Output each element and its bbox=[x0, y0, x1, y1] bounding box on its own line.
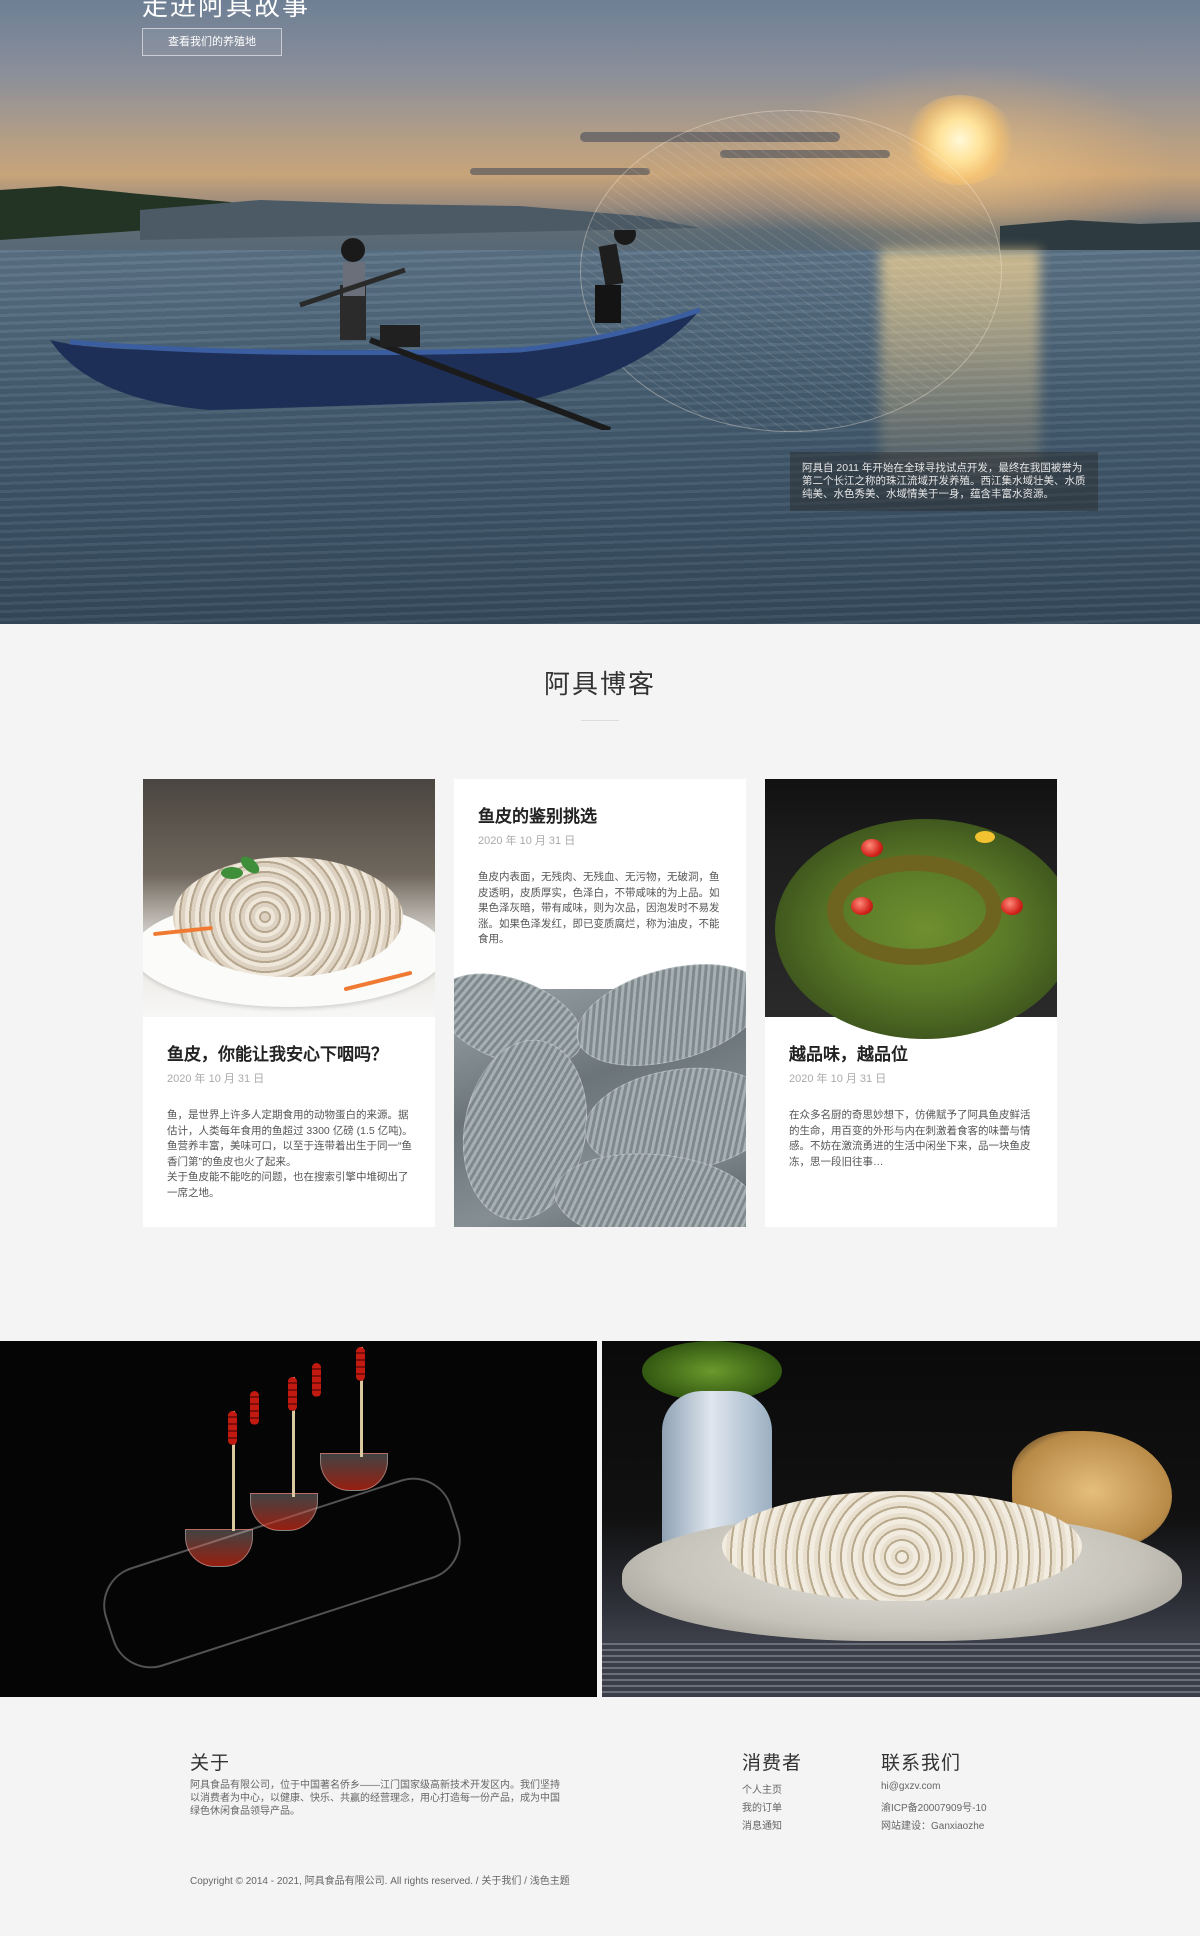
feature-image-appetizers bbox=[0, 1341, 597, 1697]
blog-card-title[interactable]: 鱼皮的鉴别挑选 bbox=[478, 802, 597, 827]
blog-card-title[interactable]: 鱼皮，你能让我安心下咽吗？ bbox=[167, 1040, 388, 1065]
footer-contact-email[interactable]: hi@gxzv.com bbox=[881, 1781, 940, 1792]
footer-link-profile[interactable]: 个人主页 bbox=[742, 1781, 782, 1796]
footer-link-notifications[interactable]: 消息通知 bbox=[742, 1817, 782, 1832]
blog-card[interactable]: 越品味，越品位 2020 年 10 月 31 日 在众多名厨的奇思妙想下，仿佛赋… bbox=[765, 779, 1057, 1227]
hero-banner: 走进阿具故事 查看我们的养殖地 阿具自 2011 年开始在全球寻找试点开发，最终… bbox=[0, 0, 1200, 624]
footer-link-orders[interactable]: 我的订单 bbox=[742, 1799, 782, 1814]
food-shape bbox=[173, 857, 403, 977]
copyright-text: Copyright © 2014 - 2021, 阿具食品有限公司. All r… bbox=[190, 1876, 479, 1887]
cloth-shape bbox=[602, 1641, 1200, 1697]
hero-boat bbox=[50, 230, 701, 430]
blog-heading-divider bbox=[581, 720, 619, 721]
blog-card-image[interactable] bbox=[454, 945, 746, 1227]
blog-card-date: 2020 年 10 月 31 日 bbox=[167, 1073, 265, 1085]
footer-contact-builder[interactable]: 网站建设：Ganxiaozhe bbox=[881, 1817, 984, 1832]
footer-copyright: Copyright © 2014 - 2021, 阿具食品有限公司. All r… bbox=[190, 1872, 570, 1887]
blog-card[interactable]: 鱼皮，你能让我安心下咽吗？ 2020 年 10 月 31 日 鱼，是世界上许多人… bbox=[143, 779, 435, 1227]
blog-card-excerpt: 在众多名厨的奇思妙想下，仿佛赋予了阿具鱼皮鲜活的生命，用百变的外形与内在刺激着食… bbox=[789, 1109, 1031, 1168]
footer-about-title: 关于 bbox=[190, 1753, 231, 1774]
blog-card[interactable]: 鱼皮的鉴别挑选 2020 年 10 月 31 日 鱼皮内表面，无残肉、无残血、无… bbox=[454, 779, 746, 1227]
blog-card-date: 2020 年 10 月 31 日 bbox=[789, 1073, 887, 1085]
blog-card-date: 2020 年 10 月 31 日 bbox=[478, 835, 576, 847]
fish-shape bbox=[565, 945, 746, 1085]
pepper-shape bbox=[250, 1391, 259, 1425]
tomato-shape bbox=[851, 897, 873, 915]
footer-about-text: 阿具食品有限公司，位于中国著名侨乡——江门国家级高新技术开发区内。我们坚持以消费… bbox=[190, 1780, 560, 1817]
footer-link-light-theme[interactable]: 浅色主题 bbox=[530, 1876, 570, 1887]
blog-card-excerpt: 鱼，是世界上许多人定期食用的动物蛋白的来源。据估计，人类每年食用的鱼超过 330… bbox=[167, 1109, 413, 1199]
view-farm-button[interactable]: 查看我们的养殖地 bbox=[142, 28, 282, 56]
footer-consumer-title: 消费者 bbox=[742, 1753, 803, 1774]
footer-contact-title: 联系我们 bbox=[881, 1753, 962, 1774]
copyright-separator: / bbox=[524, 1876, 527, 1887]
pepper-shape bbox=[228, 1411, 237, 1445]
blog-heading: 阿具博客 bbox=[543, 669, 656, 699]
feature-image-salad bbox=[602, 1341, 1200, 1697]
pepper-shape bbox=[312, 1363, 321, 1397]
tomato-shape bbox=[1001, 897, 1023, 915]
leaf-shape bbox=[221, 867, 243, 879]
salad-shape bbox=[722, 1491, 1082, 1601]
flower-shape bbox=[975, 831, 995, 843]
hero-title: 走进阿具故事 bbox=[142, 0, 311, 21]
cup-shape bbox=[320, 1453, 388, 1491]
hero-caption: 阿具自 2011 年开始在全球寻找试点开发，最终在我国被誉为第二个长江之称的珠江… bbox=[790, 452, 1098, 511]
pepper-shape bbox=[288, 1377, 297, 1411]
blog-card-title[interactable]: 越品味，越品位 bbox=[789, 1040, 908, 1065]
tomato-shape bbox=[861, 839, 883, 857]
footer-link-about-us[interactable]: 关于我们 bbox=[481, 1876, 521, 1887]
footer-contact-icp[interactable]: 渝ICP备20007909号-10 bbox=[881, 1799, 987, 1814]
pepper-shape bbox=[356, 1347, 365, 1381]
blog-card-image[interactable] bbox=[143, 779, 435, 1017]
blog-card-excerpt: 鱼皮内表面，无残肉、无残血、无污物，无破洞，鱼皮透明，皮质厚实，色泽白，不带咸味… bbox=[478, 871, 720, 945]
blog-card-image[interactable] bbox=[765, 779, 1057, 1039]
